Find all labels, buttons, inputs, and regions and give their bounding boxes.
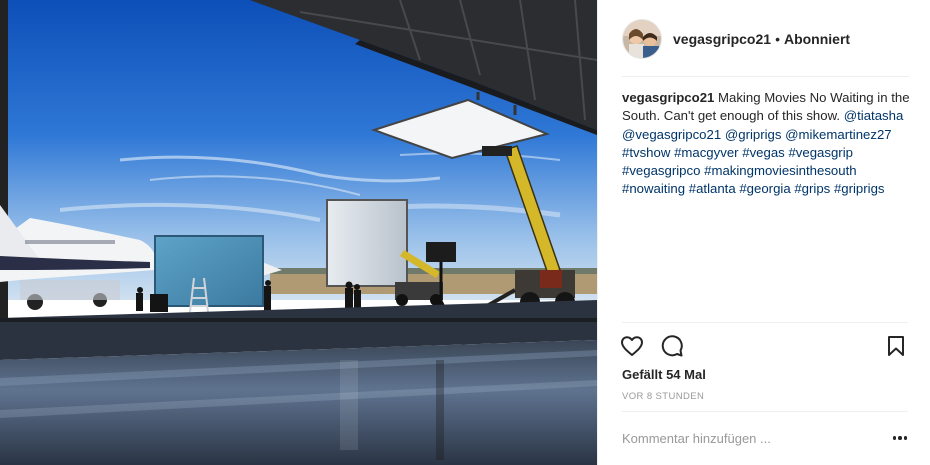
post-caption: vegasgripco21 Making Movies No Waiting i… [622, 89, 912, 199]
caption-tag[interactable]: #makingmoviesinthesouth [704, 163, 856, 178]
header-username[interactable]: vegasgripco21 [673, 31, 771, 47]
caption-tag[interactable]: #atlanta [689, 181, 736, 196]
caption-tag[interactable]: @vegasgripco21 [622, 127, 721, 142]
like-button[interactable] [618, 332, 646, 360]
post-image [0, 0, 597, 465]
more-options-button[interactable] [888, 428, 912, 448]
avatar-image [623, 19, 661, 58]
caption-tag[interactable]: #griprigs [834, 181, 885, 196]
caption-tag[interactable]: @griprigs [725, 127, 782, 142]
instagram-post: vegasgripco21 • Abonniert vegasgripco21 Ma… [0, 0, 930, 465]
caption-tag[interactable]: #grips [794, 181, 830, 196]
actions-divider [622, 322, 908, 323]
comment-button[interactable] [658, 332, 686, 360]
post-photo[interactable] [0, 0, 597, 465]
caption-tag[interactable]: #vegas [742, 145, 785, 160]
header-divider [622, 76, 909, 77]
caption-tag[interactable]: #georgia [739, 181, 790, 196]
header-text: vegasgripco21 • Abonniert [673, 30, 850, 48]
caption-tag[interactable]: @mikemartinez27 [785, 127, 891, 142]
heart-outline-icon [621, 336, 643, 356]
post-header: vegasgripco21 • Abonniert [598, 0, 930, 77]
more-options-icon [903, 436, 908, 440]
header-separator: • [775, 30, 780, 47]
caption-tag[interactable]: #tvshow [622, 145, 670, 160]
save-button[interactable] [882, 332, 910, 360]
post-side-panel: vegasgripco21 • Abonniert vegasgripco21 Ma… [597, 0, 930, 465]
caption-tag[interactable]: #nowaiting [622, 181, 685, 196]
bookmark-icon [888, 336, 904, 356]
like-count[interactable]: Gefällt 54 Mal [622, 366, 706, 384]
comment-divider [622, 411, 908, 412]
caption-tag[interactable]: #vegasgrip [788, 145, 853, 160]
action-bar [618, 332, 914, 360]
caption-tag[interactable]: @tiatasha [844, 108, 904, 123]
speech-bubble-icon [661, 335, 683, 357]
comment-input[interactable] [622, 426, 872, 450]
more-options-icon [898, 436, 902, 440]
post-timestamp[interactable]: VOR 8 STUNDEN [622, 391, 704, 403]
caption-tag[interactable]: #macgyver [674, 145, 739, 160]
caption-username[interactable]: vegasgripco21 [622, 90, 714, 105]
caption-tag[interactable]: #vegasgripco [622, 163, 700, 178]
follow-status-button[interactable]: Abonniert [784, 31, 850, 47]
avatar[interactable] [622, 18, 662, 59]
more-options-icon [892, 436, 897, 440]
